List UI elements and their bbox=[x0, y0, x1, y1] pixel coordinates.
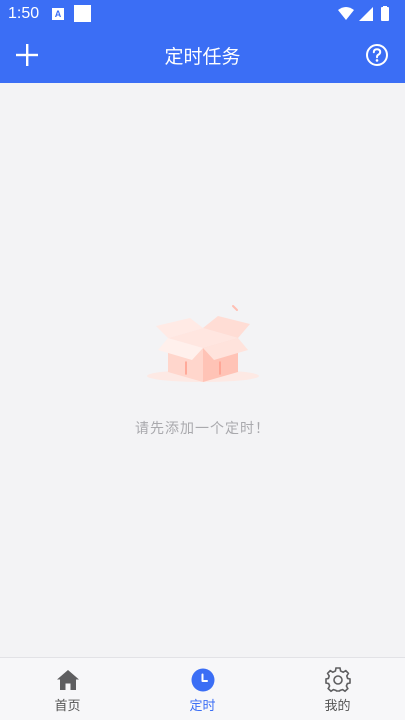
nav-item-mine[interactable]: 我的 bbox=[270, 658, 405, 720]
bottom-nav: 首页 定时 我的 bbox=[0, 657, 405, 720]
status-time: 1:50 bbox=[8, 5, 40, 22]
gear-icon bbox=[324, 667, 351, 693]
plus-icon bbox=[16, 44, 38, 66]
status-icons bbox=[338, 6, 389, 21]
nav-label-timer: 定时 bbox=[189, 699, 216, 714]
empty-state: 请先添加一个定时！ bbox=[0, 300, 405, 438]
empty-message: 请先添加一个定时！ bbox=[135, 421, 270, 437]
status-bar: 1:50 A bbox=[0, 0, 405, 28]
app-bar: 定时任务 bbox=[0, 28, 405, 83]
help-button[interactable] bbox=[365, 43, 389, 67]
screen: 1:50 A 定时任务 请先添加一个定时！ 首页 定时 我的 bbox=[0, 0, 405, 720]
clock-icon bbox=[191, 668, 214, 692]
empty-box-icon bbox=[146, 305, 259, 382]
help-circle-icon bbox=[366, 44, 388, 66]
battery-icon bbox=[381, 7, 389, 21]
home-icon bbox=[56, 670, 79, 690]
nav-label-mine: 我的 bbox=[324, 699, 351, 714]
wifi-icon bbox=[338, 7, 354, 20]
nav-item-timer[interactable]: 定时 bbox=[135, 658, 270, 720]
nav-label-home: 首页 bbox=[54, 699, 81, 714]
notification-badge-icon: A bbox=[52, 8, 64, 20]
notification-square-icon bbox=[74, 5, 91, 22]
signal-icon bbox=[359, 7, 373, 21]
add-button[interactable] bbox=[14, 42, 40, 68]
page-title: 定时任务 bbox=[164, 46, 241, 68]
nav-item-home[interactable]: 首页 bbox=[0, 658, 135, 720]
